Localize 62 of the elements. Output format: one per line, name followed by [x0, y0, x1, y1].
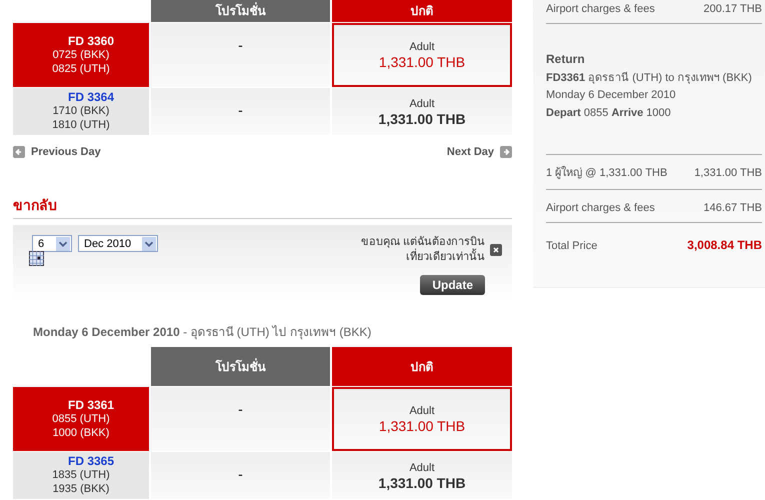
chevron-down-icon — [142, 236, 156, 250]
fare-label: Adult — [409, 404, 435, 418]
fare-cell[interactable]: Adult 1,331.00 THB — [332, 88, 512, 135]
fare-cell[interactable]: Adult 1,331.00 THB — [332, 452, 512, 499]
return-date: Monday 6 December 2010 — [546, 88, 677, 103]
flight-number: FD 3361 — [66, 398, 114, 412]
arrive-time: 0825 (UTH) — [52, 62, 110, 76]
fare-price: 1,331.00 THB — [378, 474, 466, 490]
one-way-text: ขอบคุณ แต่ฉันต้องการบิน เที่ยวเดียวเท่านั้น — [360, 235, 485, 265]
fare-price: 1,331.00 THB — [378, 418, 466, 434]
update-button[interactable]: Update — [420, 275, 485, 295]
fare-label: Adult — [409, 40, 435, 54]
flight-cell[interactable]: FD 3360 0725 (BKK) 0825 (UTH) — [13, 23, 149, 87]
column-header: ปกติ — [332, 0, 512, 22]
return-flight-text: FD3361 อุดรธานี (UTH) to กรุงเทพฯ (BKK) — [546, 70, 753, 86]
flight-number: FD 3360 — [66, 34, 114, 48]
promo-fare-cell: - — [151, 88, 330, 135]
fare-price: 1,331.00 THB — [378, 110, 466, 126]
arrive-time: 1000 (BKK) — [52, 426, 110, 440]
price-label: Airport charges & fees — [546, 202, 655, 214]
fee-amount: 200.17 THB — [703, 3, 762, 15]
section-heading: ขากลับ — [13, 194, 512, 219]
month-select[interactable]: Dec 2010 — [78, 235, 158, 252]
flight-cell[interactable]: FD 3361 0855 (UTH) 1000 (BKK) — [13, 387, 149, 451]
arrive-time: 1935 (BKK) — [52, 482, 110, 496]
day-select[interactable]: 6 — [32, 235, 72, 252]
price-amount: 1,331.00 THB — [694, 167, 762, 179]
return-title: Return — [546, 52, 586, 66]
flight-number: FD 3365 — [66, 454, 114, 468]
fare-price: 1,331.00 THB — [378, 54, 466, 70]
promo-fare-cell: - — [151, 23, 330, 87]
depart-time: 0855 (UTH) — [52, 412, 110, 426]
next-day-link[interactable]: Next Day — [446, 146, 512, 158]
close-icon[interactable] — [490, 244, 502, 256]
calendar-icon[interactable] — [29, 251, 44, 266]
fare-cell[interactable]: Adult 1,331.00 THB — [332, 23, 512, 87]
previous-day-link[interactable]: Previous Day — [13, 146, 101, 158]
depart-time: 1710 (BKK) — [52, 104, 110, 118]
fee-label: Airport charges & fees — [546, 3, 655, 15]
flight-cell[interactable]: FD 3365 1835 (UTH) 1935 (BKK) — [13, 452, 149, 499]
promo-fare-cell: - — [151, 452, 330, 499]
flight-date-heading: Monday 6 December 2010 - อุดรธานี (UTH) ไป กรุงเทพฯ (BKK) — [33, 324, 372, 341]
return-times: Depart 0855 Arrive 1000 — [546, 106, 672, 121]
total-label: Total Price — [546, 240, 598, 252]
arrive-time: 1810 (UTH) — [52, 118, 110, 132]
fare-label: Adult — [409, 460, 435, 474]
column-header: ปกติ — [332, 347, 512, 386]
total-amount: 3,008.84 THB — [687, 238, 762, 252]
price-amount: 146.67 THB — [703, 202, 762, 214]
depart-time: 1835 (UTH) — [52, 468, 110, 482]
right-arrow-icon — [500, 146, 512, 158]
fare-cell[interactable]: Adult 1,331.00 THB — [332, 387, 512, 451]
flight-number: FD 3364 — [66, 90, 114, 104]
depart-time: 0725 (BKK) — [52, 48, 110, 62]
promo-fare-cell: - — [151, 387, 330, 451]
column-header: โปรโมชั่น — [151, 347, 330, 386]
flight-cell[interactable]: FD 3364 1710 (BKK) 1810 (UTH) — [13, 88, 149, 135]
column-header: โปรโมชั่น — [151, 0, 330, 22]
left-arrow-icon — [13, 146, 25, 158]
chevron-down-icon — [56, 236, 70, 250]
fare-label: Adult — [409, 96, 435, 110]
price-label: 1 ผู้ใหญ่ @ 1,331.00 THB — [546, 165, 668, 181]
